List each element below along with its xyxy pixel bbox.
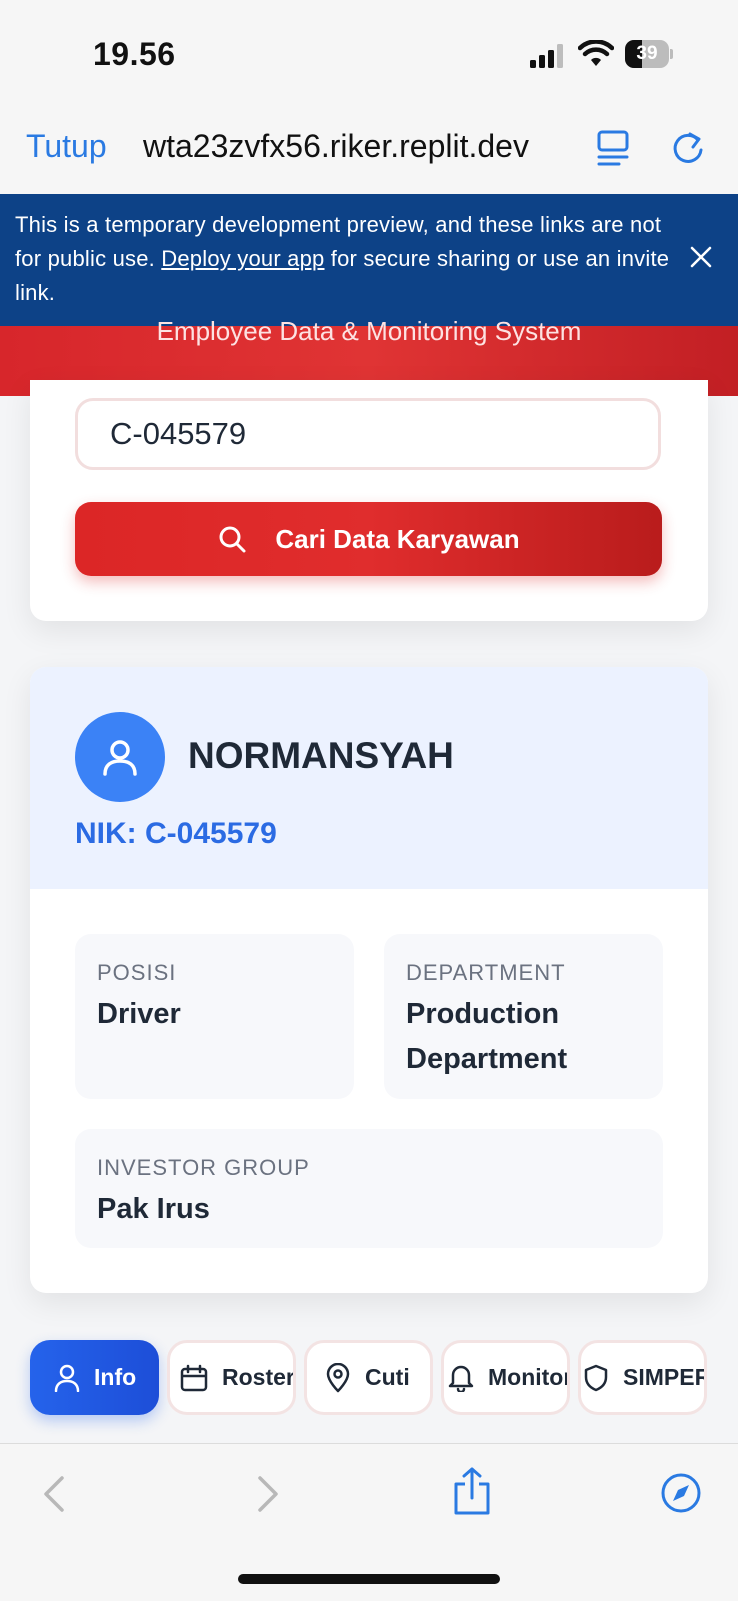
- tab-monitor-label: Monitor: [488, 1364, 570, 1390]
- tab-monitor[interactable]: Monitor: [441, 1340, 570, 1415]
- employee-header: NORMANSYAH NIK: C-045579: [30, 667, 708, 889]
- close-icon[interactable]: [688, 244, 714, 270]
- tab-info-label: Info: [94, 1364, 137, 1390]
- search-employee-button[interactable]: Cari Data Karyawan: [75, 502, 662, 576]
- home-indicator: [238, 1574, 500, 1584]
- address-bar[interactable]: wta23zvfx56.riker.replit.dev: [143, 128, 563, 165]
- reader-mode-icon[interactable]: [595, 128, 631, 168]
- tab-simper-label: SIMPER: [623, 1364, 707, 1390]
- reload-icon[interactable]: [668, 128, 708, 168]
- close-button[interactable]: Tutup: [26, 128, 107, 165]
- position-field: POSISI Driver: [75, 934, 354, 1099]
- map-pin-icon: [326, 1362, 350, 1392]
- position-label: POSISI: [97, 960, 177, 985]
- browser-toolbar: Tutup wta23zvfx56.riker.replit.dev: [0, 110, 738, 194]
- position-value: Driver: [97, 998, 181, 1030]
- employee-name: NORMANSYAH: [188, 735, 454, 776]
- employee-card: NORMANSYAH NIK: C-045579 POSISI Driver D…: [30, 667, 708, 1293]
- investor-group-field: INVESTOR GROUP Pak Irus: [75, 1129, 663, 1248]
- tab-simper[interactable]: SIMPER: [578, 1340, 707, 1415]
- banner-message: This is a temporary development preview,…: [15, 208, 675, 310]
- wifi-icon: [578, 40, 614, 66]
- back-arrow-icon[interactable]: [40, 1474, 70, 1514]
- bell-icon: [448, 1365, 474, 1392]
- tab-cuti-label: Cuti: [365, 1364, 410, 1390]
- share-icon[interactable]: [452, 1466, 492, 1516]
- forward-arrow-icon[interactable]: [252, 1474, 282, 1514]
- tab-info[interactable]: Info: [30, 1340, 159, 1415]
- avatar: [75, 712, 165, 802]
- app-subtitle: Employee Data & Monitoring System: [156, 316, 582, 346]
- deploy-app-link[interactable]: Deploy your app: [161, 246, 324, 271]
- investor-group-value: Pak Irus: [97, 1193, 210, 1225]
- cellular-signal-icon: [530, 44, 563, 68]
- department-label: DEPARTMENT: [406, 960, 566, 985]
- employee-nik: NIK: C-045579: [75, 817, 277, 850]
- department-value: Production Department: [406, 998, 568, 1075]
- tab-cuti[interactable]: Cuti: [304, 1340, 433, 1415]
- shield-icon: [584, 1364, 608, 1391]
- employee-id-input[interactable]: [75, 398, 661, 470]
- tab-roster[interactable]: Roster: [167, 1340, 296, 1415]
- status-time: 19.56: [93, 36, 176, 72]
- compass-icon[interactable]: [660, 1472, 702, 1514]
- department-field: DEPARTMENT Production Department: [384, 934, 663, 1099]
- user-icon: [103, 740, 137, 776]
- user-icon: [54, 1364, 80, 1392]
- battery-level: 39: [636, 43, 658, 64]
- investor-group-label: INVESTOR GROUP: [97, 1155, 310, 1180]
- preview-banner: This is a temporary development preview,…: [0, 194, 738, 326]
- search-icon: [219, 526, 246, 553]
- calendar-icon: [180, 1364, 208, 1391]
- tab-roster-label: Roster: [222, 1364, 295, 1390]
- search-button-label: Cari Data Karyawan: [275, 523, 520, 554]
- battery-icon: 39: [625, 40, 673, 68]
